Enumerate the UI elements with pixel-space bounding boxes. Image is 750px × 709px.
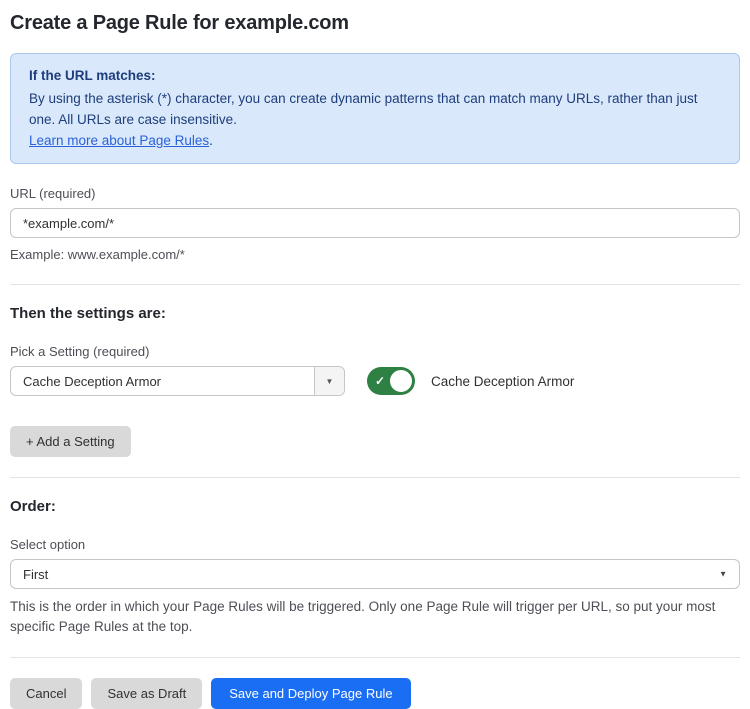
dropdown-arrow-icon: ▼ [326, 377, 334, 386]
order-select-value: First [23, 567, 48, 582]
url-match-info-box: If the URL matches: By using the asteris… [10, 53, 740, 164]
setting-select[interactable]: Cache Deception Armor ▼ [10, 366, 345, 396]
caret-down-icon: ▼ [719, 570, 727, 579]
settings-section-heading: Then the settings are: [10, 305, 740, 322]
setting-row: Cache Deception Armor ▼ ✓ Cache Deceptio… [10, 366, 740, 396]
setting-select-value: Cache Deception Armor [11, 367, 314, 395]
url-input[interactable] [10, 208, 740, 238]
order-select[interactable]: First ▼ [10, 559, 740, 589]
setting-select-arrow-button[interactable]: ▼ [314, 367, 344, 395]
toggle-knob [388, 368, 414, 394]
divider [10, 477, 740, 478]
save-as-draft-button[interactable]: Save as Draft [91, 678, 202, 709]
info-box-heading: If the URL matches: [29, 65, 721, 86]
divider [10, 657, 740, 658]
info-box-body-text: By using the asterisk (*) character, you… [29, 91, 698, 127]
setting-toggle[interactable]: ✓ [367, 367, 415, 395]
save-and-deploy-button[interactable]: Save and Deploy Page Rule [211, 678, 410, 709]
link-suffix: . [209, 133, 213, 148]
order-section-heading: Order: [10, 498, 740, 515]
toggle-check-icon: ✓ [375, 375, 385, 387]
info-box-body: By using the asterisk (*) character, you… [29, 88, 721, 151]
footer-actions: Cancel Save as Draft Save and Deploy Pag… [10, 678, 740, 709]
setting-toggle-label: Cache Deception Armor [431, 374, 574, 389]
order-select-label: Select option [10, 537, 740, 552]
url-field-helper: Example: www.example.com/* [10, 245, 740, 264]
order-helper-text: This is the order in which your Page Rul… [10, 597, 740, 637]
divider [10, 284, 740, 285]
cancel-button[interactable]: Cancel [10, 678, 82, 709]
add-setting-button[interactable]: + Add a Setting [10, 426, 131, 457]
learn-more-link[interactable]: Learn more about Page Rules [29, 133, 209, 148]
setting-picker-label: Pick a Setting (required) [10, 344, 740, 359]
url-field-label: URL (required) [10, 186, 740, 201]
page-title: Create a Page Rule for example.com [10, 12, 740, 35]
